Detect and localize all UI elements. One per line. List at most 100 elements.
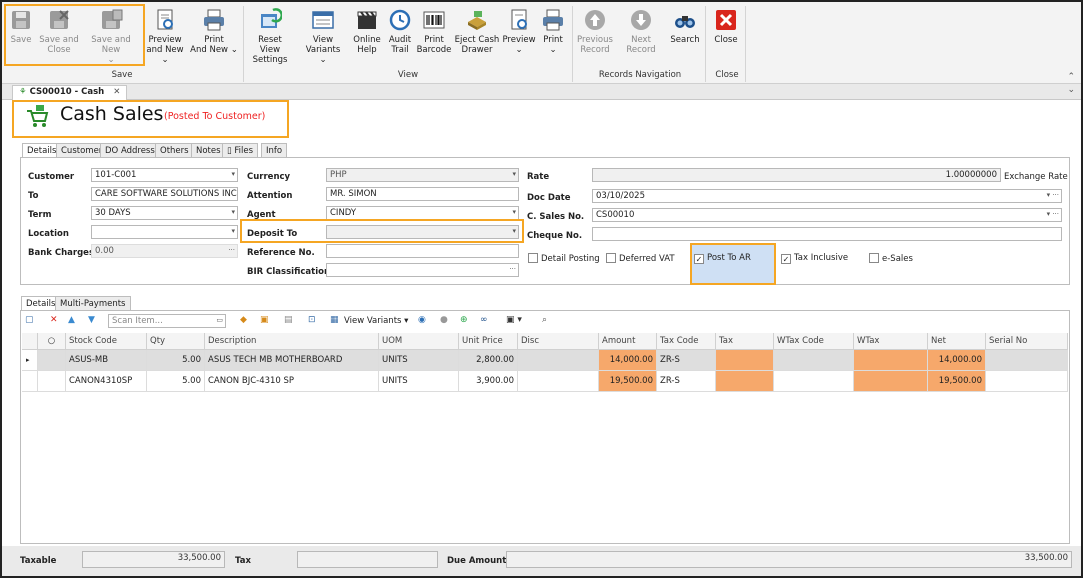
agent-field[interactable]: CINDY ▾ xyxy=(326,206,519,220)
print-button[interactable]: Print ⌄ xyxy=(538,8,568,55)
column-header-stock-code[interactable]: Stock Code xyxy=(66,333,147,350)
cell-disc[interactable] xyxy=(518,371,599,392)
tab-notes[interactable]: Notes xyxy=(191,143,226,157)
move-down-icon[interactable]: ▼ xyxy=(88,315,95,325)
cell-serial-no[interactable] xyxy=(986,371,1068,392)
insert-icon[interactable]: ⊡ xyxy=(308,315,316,325)
cell-serial-no[interactable] xyxy=(986,350,1068,371)
cell-wtax-code[interactable] xyxy=(774,350,854,371)
column-header-uom[interactable]: UOM xyxy=(379,333,459,350)
attention-field[interactable]: MR. SIMON xyxy=(326,187,519,201)
location-field[interactable]: ▾ xyxy=(91,225,238,239)
column-header-serial-no[interactable]: Serial No xyxy=(986,333,1068,350)
previous-record-button[interactable]: Previous Record xyxy=(576,8,614,55)
cell-wtax-code[interactable] xyxy=(774,371,854,392)
post-to-ar-checkbox[interactable]: ✓ Post To AR xyxy=(694,253,751,264)
next-record-button[interactable]: Next Record xyxy=(616,8,666,55)
column-header-qty[interactable]: Qty xyxy=(147,333,205,350)
search-button[interactable]: Search xyxy=(669,8,701,45)
item-lookup-icon[interactable]: ◆ xyxy=(240,315,247,325)
cell-stock-code[interactable]: ASUS-MB xyxy=(66,350,147,371)
audit-trail-button[interactable]: Audit Trail xyxy=(386,8,414,55)
cell-uom[interactable]: UNITS xyxy=(379,371,459,392)
copy-icon[interactable]: ▤ xyxy=(284,315,293,325)
doc-date-field[interactable]: 03/10/2025 ▾ ··· xyxy=(592,189,1062,203)
cell-amount[interactable]: 19,500.00 xyxy=(599,371,657,392)
cell-description[interactable]: ASUS TECH MB MOTHERBOARD xyxy=(205,350,379,371)
cell-description[interactable]: CANON BJC-4310 SP xyxy=(205,371,379,392)
column-header-unit-price[interactable]: Unit Price xyxy=(459,333,518,350)
cell-wtax[interactable] xyxy=(854,350,928,371)
bank-charges-field[interactable]: 0.00 ··· xyxy=(91,244,238,258)
close-button[interactable]: Close xyxy=(712,8,740,45)
deferred-vat-checkbox[interactable]: Deferred VAT xyxy=(606,253,675,264)
to-field[interactable]: CARE SOFTWARE SOLUTIONS INC. xyxy=(91,187,238,201)
row-select-cell[interactable] xyxy=(38,371,66,392)
stop-icon[interactable]: ● xyxy=(440,315,448,325)
select-all-radio[interactable]: ○ xyxy=(38,333,66,350)
cell-qty[interactable]: 5.00 xyxy=(147,371,205,392)
collapse-ribbon-icon[interactable]: ⌃ xyxy=(1067,72,1075,82)
cell-unit-price[interactable]: 2,800.00 xyxy=(459,350,518,371)
new-row-icon[interactable]: ▢ xyxy=(25,315,34,325)
row-indicator[interactable]: ▸ xyxy=(22,350,38,371)
row-select-cell[interactable] xyxy=(38,350,66,371)
view-variants-grid-button[interactable]: View Variants ▾ xyxy=(344,316,408,326)
find-icon[interactable]: ∞ xyxy=(480,315,488,325)
cell-amount[interactable]: 14,000.00 xyxy=(599,350,657,371)
save-layout-icon[interactable]: ▣ ▾ xyxy=(506,315,522,325)
term-field[interactable]: 30 DAYS ▾ xyxy=(91,206,238,220)
cash-sales-no-field[interactable]: CS00010 ▾ ··· xyxy=(592,208,1062,222)
document-tab[interactable]: ⚘ CS00010 - Cash ✕ xyxy=(12,85,128,100)
column-header-wtax-code[interactable]: WTax Code xyxy=(774,333,854,350)
view-variants-button[interactable]: View Variants ⌄ xyxy=(296,8,350,65)
customer-field[interactable]: 101-C001 ▾ xyxy=(91,168,238,182)
row-indicator[interactable] xyxy=(22,371,38,392)
e-sales-checkbox[interactable]: e-Sales xyxy=(869,253,913,264)
package-icon[interactable]: ▣ xyxy=(260,315,269,325)
refresh-icon[interactable]: ◉ xyxy=(418,315,426,325)
preview-button[interactable]: Preview ⌄ xyxy=(502,8,536,55)
column-header-tax-code[interactable]: Tax Code xyxy=(657,333,716,350)
add-icon[interactable]: ⊕ xyxy=(460,315,468,325)
print-and-new-button[interactable]: Print And New ⌄ xyxy=(190,8,238,55)
tab-close-icon[interactable]: ✕ xyxy=(113,87,120,97)
cell-uom[interactable]: UNITS xyxy=(379,350,459,371)
cell-disc[interactable] xyxy=(518,350,599,371)
tab-info[interactable]: Info xyxy=(261,143,288,157)
filter-icon[interactable]: ⌕ xyxy=(542,315,547,325)
tab-others[interactable]: Others xyxy=(155,143,194,157)
scan-item-input[interactable]: Scan Item... ▭ xyxy=(108,314,226,328)
column-header-tax[interactable]: Tax xyxy=(716,333,774,350)
view-variants-grid-icon[interactable]: ▦ xyxy=(330,315,339,325)
preview-and-new-button[interactable]: Preview and New ⌄ xyxy=(143,8,187,65)
cell-tax-code[interactable]: ZR-S xyxy=(657,371,716,392)
cell-wtax[interactable] xyxy=(854,371,928,392)
eject-cash-drawer-button[interactable]: Eject Cash Drawer xyxy=(454,8,500,55)
cell-unit-price[interactable]: 3,900.00 xyxy=(459,371,518,392)
tab-dropdown-icon[interactable]: ⌄ xyxy=(1067,85,1075,95)
column-header-net[interactable]: Net xyxy=(928,333,986,350)
detail-posting-checkbox[interactable]: Detail Posting xyxy=(528,253,600,264)
delete-row-icon[interactable]: ✕ xyxy=(50,315,58,325)
tax-inclusive-checkbox[interactable]: ✓ Tax Inclusive xyxy=(781,253,848,264)
online-help-button[interactable]: Online Help xyxy=(352,8,382,55)
currency-field[interactable]: PHP ▾ xyxy=(326,168,519,182)
tab-files[interactable]: ▯ Files xyxy=(222,143,259,157)
cell-qty[interactable]: 5.00 xyxy=(147,350,205,371)
print-barcode-button[interactable]: Print Barcode xyxy=(416,8,452,55)
cheque-no-field[interactable] xyxy=(592,227,1062,241)
rate-field[interactable]: 1.00000000 xyxy=(592,168,1001,182)
cell-tax[interactable] xyxy=(716,350,774,371)
cell-tax-code[interactable]: ZR-S xyxy=(657,350,716,371)
column-header-disc[interactable]: Disc xyxy=(518,333,599,350)
tab-do-address[interactable]: DO Address xyxy=(100,143,160,157)
cell-net[interactable]: 14,000.00 xyxy=(928,350,986,371)
column-header-amount[interactable]: Amount xyxy=(599,333,657,350)
cell-net[interactable]: 19,500.00 xyxy=(928,371,986,392)
move-up-icon[interactable]: ▲ xyxy=(68,315,75,325)
bir-classification-field[interactable]: ··· xyxy=(326,263,519,277)
grid-tab-multi-payments[interactable]: Multi-Payments xyxy=(55,296,131,310)
cell-stock-code[interactable]: CANON4310SP xyxy=(66,371,147,392)
column-header-description[interactable]: Description xyxy=(205,333,379,350)
